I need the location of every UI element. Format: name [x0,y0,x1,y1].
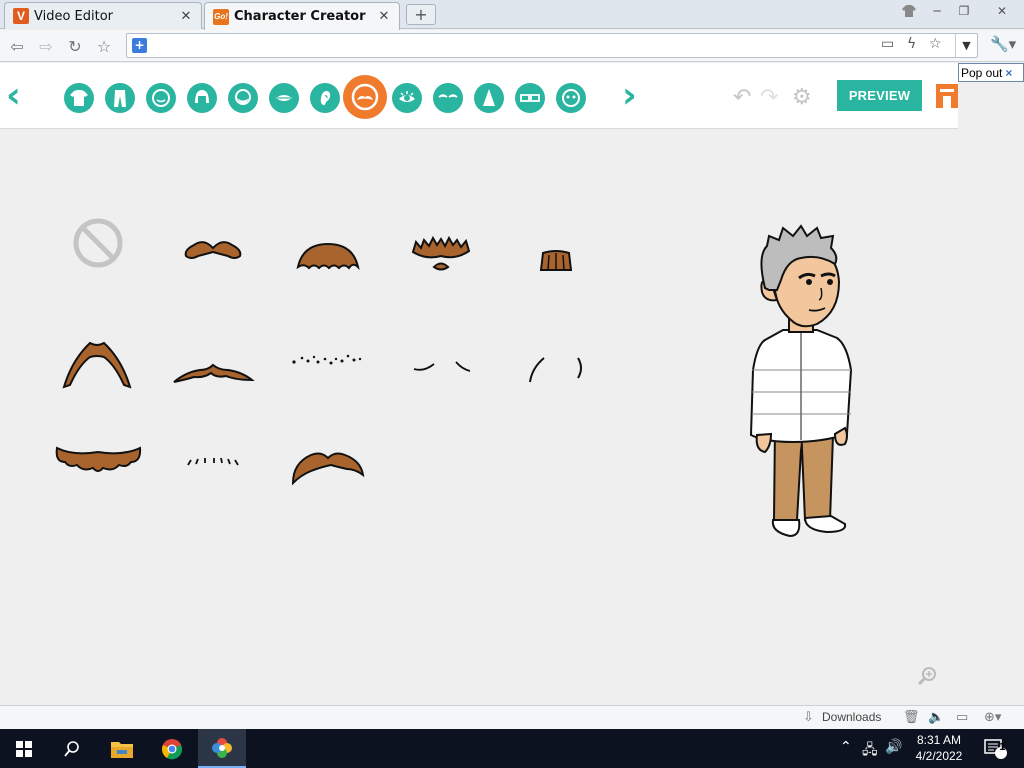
notification-center-icon[interactable]: 1 [976,729,1016,768]
glasses-category-icon[interactable] [515,83,545,113]
trash-icon[interactable]: 🗑 [903,710,920,725]
item-canvas [0,130,958,763]
system-clock[interactable]: 8:31 AM 4/2/2022 [906,732,972,764]
mustache-item-bushy[interactable] [396,222,486,282]
volume-icon[interactable]: 🔊 [885,739,902,755]
tab-title: Character Creator [234,9,366,24]
file-explorer-icon[interactable] [98,729,146,768]
clock-date: 4/2/2022 [915,749,963,763]
chrome-icon[interactable] [148,729,196,768]
popout-label: Pop out [961,65,1003,80]
star-icon[interactable]: ☆ [929,36,942,52]
search-icon[interactable] [48,729,96,768]
character-preview[interactable] [735,220,865,545]
extension-icon[interactable]: + [132,38,147,53]
browser-toolbar: ⇦ ⇨ ↻ ☆ + ▭ ϟ ☆ ▼ 🔧▾ [0,30,1024,62]
prev-category-arrow-icon[interactable]: ‹ [6,75,21,116]
new-tab-button[interactable]: + [406,4,436,25]
mustache-item-soul-patch[interactable] [511,225,601,285]
zoom-menu-icon[interactable]: ⊕▾ [984,710,1001,725]
mustache-item-none[interactable] [53,213,143,273]
preview-button[interactable]: PREVIEW [837,80,922,111]
wrench-menu-icon[interactable]: 🔧▾ [990,35,1020,57]
redo-icon[interactable]: ↷ [760,85,778,110]
chevron-down-icon[interactable]: ▼ [955,34,977,57]
mustache-item-side-curves[interactable] [508,340,598,400]
minimize-icon[interactable]: ─ [925,3,949,19]
shop-icon[interactable] [936,84,958,108]
downloads-bar: ⇩ Downloads 🗑 🔈 ▭ ⊕▾ [0,705,1024,729]
popout-tooltip[interactable]: Pop out × [958,63,1024,82]
bookmark-star-icon[interactable]: ☆ [93,35,115,57]
tab-title: Video Editor [34,8,114,24]
beard-category-icon[interactable] [228,83,258,113]
zoom-in-icon[interactable] [917,666,937,686]
speaker-icon[interactable]: 🔈 [928,710,944,725]
mouth-category-icon[interactable] [269,83,299,113]
category-toolbar: ‹ › ↶ ↷ ⚙ PREVIEW [0,63,958,129]
mustache-item-light-stubble[interactable] [168,435,258,495]
pants-category-icon[interactable] [105,83,135,113]
mustache-item-wide-walrus[interactable] [53,430,143,490]
close-tab-icon[interactable]: ✕ [377,9,391,24]
undo-icon[interactable]: ↶ [733,85,751,110]
tab-character-creator[interactable]: Go! Character Creator ✕ [204,2,400,30]
back-icon[interactable]: ⇦ [6,35,28,57]
clock-time: 8:31 AM [916,733,962,747]
restore-icon[interactable]: ❐ [952,3,976,19]
flash-icon[interactable]: ϟ [907,36,916,52]
downloads-icon[interactable]: ⇩ [803,710,814,725]
notification-count: 1 [999,742,1006,753]
video-editor-favicon-icon: V [13,8,29,24]
mustache-item-light-curve[interactable] [396,342,486,402]
shirt-profile-icon[interactable] [897,3,921,19]
mustache-item-walrus[interactable] [283,222,373,282]
mustache-category-icon[interactable] [343,75,387,119]
windows-taskbar: ⌃ 🖧 🔊 8:31 AM 4/2/2022 1 [0,729,1024,768]
popup-blocked-icon[interactable]: ▭ [881,36,894,52]
address-bar[interactable]: + ▭ ϟ ☆ ▼ [126,33,978,58]
mustache-item-pencil-thin[interactable] [166,340,256,400]
face-category-icon[interactable] [146,83,176,113]
chevron-up-icon[interactable]: ⌃ [840,739,852,755]
close-window-icon[interactable]: ✕ [990,3,1014,19]
browser-tab-strip: V Video Editor ✕ Go! Character Creator ✕… [0,0,1024,30]
photos-app-icon[interactable] [198,729,246,768]
next-category-arrow-icon[interactable]: › [622,75,637,116]
tab-video-editor[interactable]: V Video Editor ✕ [4,2,202,29]
shirt-category-icon[interactable] [64,83,94,113]
hair-category-icon[interactable] [187,83,217,113]
gear-icon[interactable]: ⚙ [792,85,812,110]
mustache-item-stubble-dots[interactable] [280,342,370,402]
start-windows-icon[interactable] [0,729,48,768]
accessory-category-icon[interactable] [556,83,586,113]
eyebrow-category-icon[interactable] [433,83,463,113]
mustache-item-handlebar[interactable] [168,223,258,283]
mustache-item-horseshoe[interactable] [52,335,142,395]
close-tab-icon[interactable]: ✕ [179,9,193,24]
forward-icon[interactable]: ⇨ [35,35,57,57]
nose-category-icon[interactable] [474,83,504,113]
eye-category-icon[interactable] [392,83,422,113]
ear-category-icon[interactable] [310,83,340,113]
goanimate-favicon-icon: Go! [213,8,229,25]
window-icon[interactable]: ▭ [956,710,968,725]
downloads-label[interactable]: Downloads [822,710,881,724]
network-icon[interactable]: 🖧 [862,739,878,763]
mustache-item-curled[interactable] [283,435,373,495]
reload-icon[interactable]: ↻ [64,35,86,57]
close-icon[interactable]: × [1005,66,1012,80]
